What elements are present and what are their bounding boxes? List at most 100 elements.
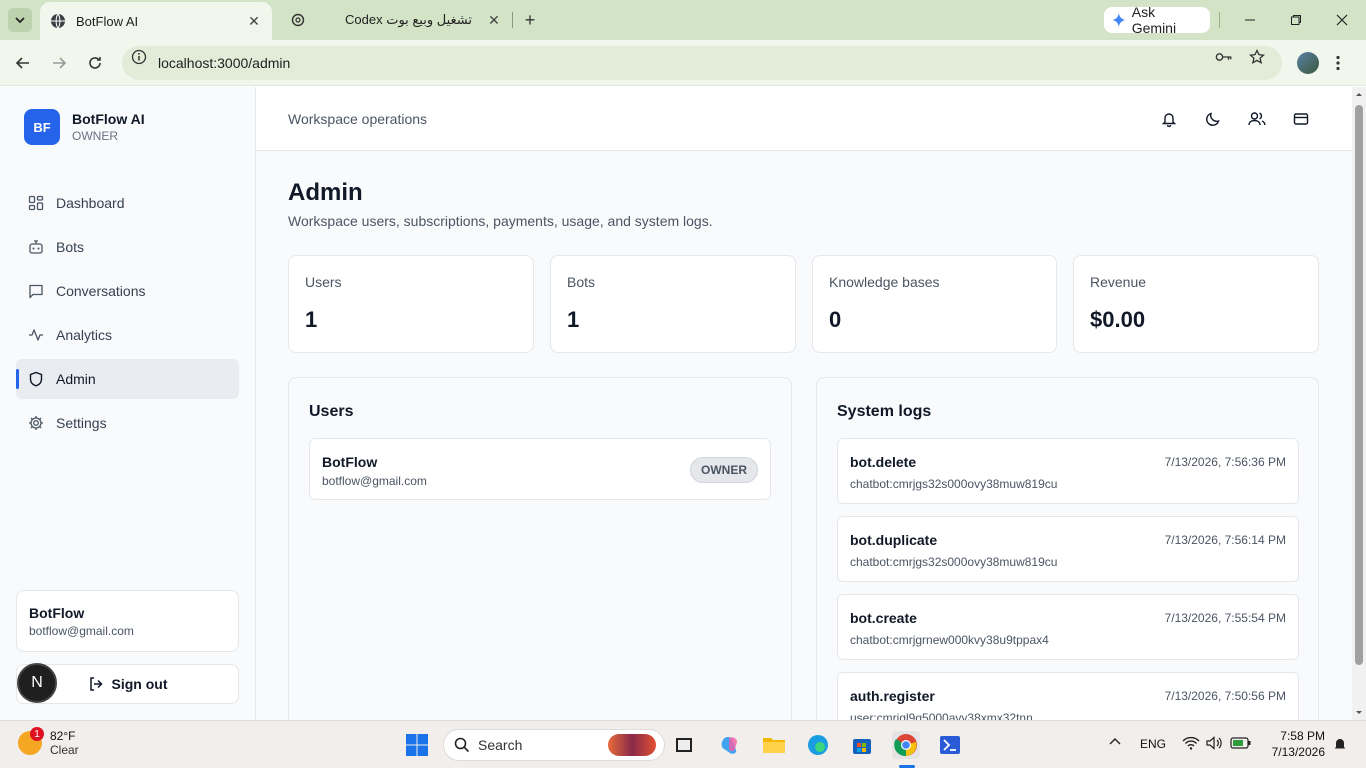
forward-button[interactable] xyxy=(49,53,69,73)
user-row[interactable]: BotFlow botflow@gmail.com OWNER xyxy=(309,438,771,500)
profile-avatar[interactable] xyxy=(1297,52,1319,74)
sidebar-item-label: Bots xyxy=(56,239,85,255)
close-window-button[interactable] xyxy=(1332,10,1352,30)
sidebar-item-conversations[interactable]: Conversations xyxy=(16,271,239,311)
log-detail: chatbot:cmrjgs32s000ovy38muw819cu xyxy=(850,477,1058,491)
show-hidden-icons-button[interactable] xyxy=(1108,735,1122,749)
browser-toolbar: localhost:3000/admin xyxy=(0,40,1366,86)
stat-card-knowledge-bases: Knowledge bases 0 xyxy=(812,255,1057,353)
stat-value: $0.00 xyxy=(1090,307,1146,332)
volume-icon[interactable] xyxy=(1206,736,1222,750)
app-root: BF BotFlow AI OWNER Dashboard Bots Conve… xyxy=(0,87,1352,738)
team-button[interactable] xyxy=(1247,109,1267,129)
brand-logo: BF xyxy=(24,109,60,145)
users-panel: Users BotFlow botflow@gmail.com OWNER xyxy=(288,377,792,737)
log-detail: chatbot:cmrjgrnew000kvy38u9tppax4 xyxy=(850,633,1049,647)
tab-title: تشغيل وبيع بوت Codex xyxy=(345,12,472,27)
sidebar: BF BotFlow AI OWNER Dashboard Bots Conve… xyxy=(0,87,256,720)
task-view-button[interactable] xyxy=(670,731,698,759)
new-tab-button[interactable]: + xyxy=(520,10,540,30)
sidebar-item-settings[interactable]: Settings xyxy=(16,403,239,443)
chevron-down-icon xyxy=(15,17,25,24)
weather-widget[interactable]: 82°F Clear xyxy=(18,729,79,757)
windows-taskbar: 82°F Clear 1 Search ENG 7:58 PM 7/13/202… xyxy=(0,720,1366,768)
sidebar-nav: Dashboard Bots Conversations Analytics A… xyxy=(16,183,239,447)
battery-icon[interactable] xyxy=(1230,736,1252,750)
sidebar-item-label: Dashboard xyxy=(56,195,125,211)
close-tab-icon[interactable]: ✕ xyxy=(486,12,502,28)
tab-botflow[interactable]: BotFlow AI ✕ xyxy=(40,2,272,40)
reload-button[interactable] xyxy=(85,53,105,73)
task-view-icon xyxy=(676,738,692,752)
store-icon xyxy=(853,739,871,754)
language-indicator[interactable]: ENG xyxy=(1140,737,1166,751)
terminal-icon xyxy=(940,736,960,754)
copilot-button[interactable] xyxy=(716,731,744,759)
stat-label: Revenue xyxy=(1090,274,1147,290)
close-tab-icon[interactable]: ✕ xyxy=(246,13,262,29)
more-vertical-icon xyxy=(1336,55,1340,71)
notifications-button[interactable] xyxy=(1159,109,1179,129)
powershell-button[interactable] xyxy=(936,731,964,759)
taskbar-search[interactable]: Search xyxy=(443,729,665,761)
nextjs-dev-badge[interactable]: N xyxy=(17,663,57,703)
system-clock[interactable]: 7:58 PM 7/13/2026 xyxy=(1265,728,1325,760)
brand-name: BotFlow AI xyxy=(72,111,145,127)
notifications-tray-icon[interactable] xyxy=(1332,736,1348,752)
back-button[interactable] xyxy=(13,53,33,73)
copilot-icon xyxy=(721,737,737,754)
chrome-button[interactable] xyxy=(892,731,920,759)
site-info-icon[interactable] xyxy=(130,49,148,65)
page-scrollbar[interactable] xyxy=(1352,87,1366,720)
stat-value: 1 xyxy=(305,307,318,332)
bot-icon xyxy=(28,239,44,255)
stat-label: Bots xyxy=(567,274,596,290)
main-content: Workspace operations Admin Workspace use… xyxy=(256,87,1352,738)
log-time: 7/13/2026, 7:56:36 PM xyxy=(1164,455,1286,469)
sidebar-item-label: Settings xyxy=(56,415,107,431)
restore-button[interactable] xyxy=(1286,10,1306,30)
wifi-icon[interactable] xyxy=(1182,736,1200,750)
folder-icon xyxy=(763,738,785,753)
tab-codex[interactable]: تشغيل وبيع بوت Codex ✕ xyxy=(280,0,512,40)
key-icon[interactable] xyxy=(1215,49,1233,65)
user-name: BotFlow xyxy=(322,454,378,470)
sidebar-item-dashboard[interactable]: Dashboard xyxy=(16,183,239,223)
sidebar-item-bots[interactable]: Bots xyxy=(16,227,239,267)
address-bar[interactable]: localhost:3000/admin xyxy=(122,46,1282,80)
users-panel-title: Users xyxy=(309,403,354,420)
grid-icon xyxy=(28,195,44,211)
tab-search-button[interactable] xyxy=(8,8,32,32)
billing-button[interactable] xyxy=(1291,109,1311,129)
current-user-name: BotFlow xyxy=(29,605,85,621)
clock-time: 7:58 PM xyxy=(1280,729,1325,743)
scroll-down-icon xyxy=(1356,711,1362,714)
file-explorer-button[interactable] xyxy=(760,731,788,759)
tab-title: BotFlow AI xyxy=(76,13,139,29)
bookmark-star-icon[interactable] xyxy=(1248,49,1266,65)
sidebar-item-admin[interactable]: Admin xyxy=(16,359,239,399)
minimize-button[interactable] xyxy=(1240,10,1260,30)
start-button[interactable] xyxy=(403,731,431,759)
store-button[interactable] xyxy=(848,731,876,759)
stat-value: 1 xyxy=(567,307,580,332)
theme-toggle-button[interactable] xyxy=(1203,109,1223,129)
edge-button[interactable] xyxy=(804,731,832,759)
scrollbar-thumb[interactable] xyxy=(1355,105,1363,665)
current-user-card: BotFlow botflow@gmail.com xyxy=(16,590,239,652)
sidebar-item-analytics[interactable]: Analytics xyxy=(16,315,239,355)
chrome-icon xyxy=(894,734,917,757)
sidebar-item-label: Analytics xyxy=(56,327,113,343)
scroll-up-icon xyxy=(1356,93,1362,96)
browser-menu-button[interactable] xyxy=(1330,52,1346,74)
shield-icon xyxy=(28,371,44,387)
stat-label: Knowledge bases xyxy=(829,274,940,290)
activity-icon xyxy=(28,327,44,343)
user-email: botflow@gmail.com xyxy=(322,474,427,488)
stat-label: Users xyxy=(305,274,342,290)
url-text: localhost:3000/admin xyxy=(158,55,291,71)
chevron-up-icon xyxy=(1109,738,1121,745)
stat-card-bots: Bots 1 xyxy=(550,255,796,353)
ask-gemini-button[interactable]: Ask Gemini xyxy=(1104,4,1210,36)
log-detail: chatbot:cmrjgs32s000ovy38muw819cu xyxy=(850,555,1058,569)
